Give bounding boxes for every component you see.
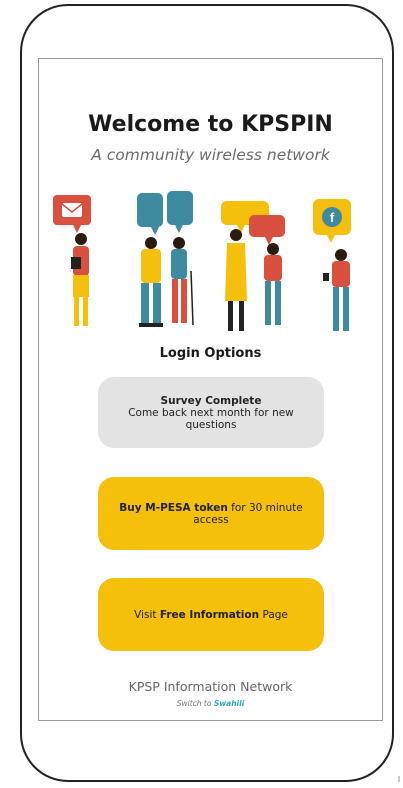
login-options-heading: Login Options <box>159 346 262 361</box>
survey-complete-card: Survey Complete Come back next month for… <box>98 377 324 448</box>
community-illustration: f <box>53 191 351 331</box>
free-information-button[interactable]: Visit Free Information Page <box>98 578 324 651</box>
switch-prefix: Switch to <box>176 699 212 708</box>
scroll-indicator <box>398 776 400 782</box>
chat-bubbles-icon <box>137 191 193 235</box>
network-name: KPSP Information Network <box>128 679 293 694</box>
app-screen: Welcome to KPSPIN A community wireless n… <box>38 58 383 721</box>
survey-detail: Come back next month for new questions <box>128 406 294 431</box>
info-label-pre: Visit <box>134 608 157 621</box>
facebook-bubble-icon: f <box>313 199 351 243</box>
buy-mpesa-token-button[interactable]: Buy M-PESA token for 30 minute access <box>98 477 324 550</box>
person-figure <box>225 229 247 331</box>
page-subtitle: A community wireless network <box>91 146 330 164</box>
switch-language-link[interactable]: Swahili <box>214 699 244 708</box>
page-title: Welcome to KPSPIN <box>88 112 333 137</box>
language-switch: Switch to Swahili <box>39 699 382 708</box>
survey-title: Survey Complete <box>160 394 262 407</box>
mpesa-label-bold: Buy M-PESA token <box>119 501 228 514</box>
person-figure <box>171 237 194 326</box>
email-bubble-icon <box>53 195 91 233</box>
person-figure <box>71 233 89 326</box>
info-label-post: Page <box>262 608 288 621</box>
person-figure <box>264 243 282 325</box>
svg-text:f: f <box>330 210 335 225</box>
chat-bubbles-icon <box>221 201 285 245</box>
person-figure <box>323 249 350 331</box>
info-label-bold: Free Information <box>159 608 260 621</box>
person-figure <box>139 237 163 327</box>
